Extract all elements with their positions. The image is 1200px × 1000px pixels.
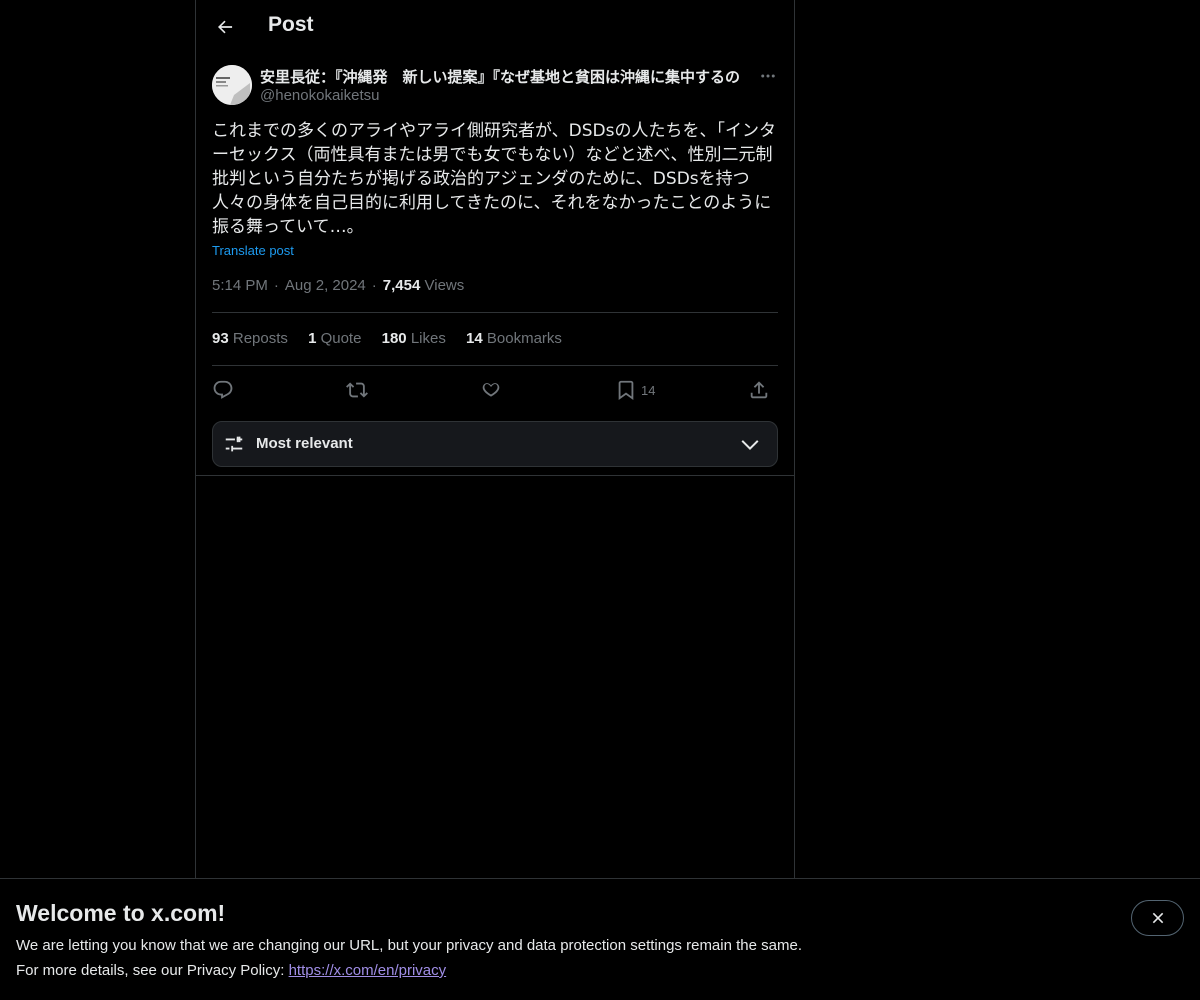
repost-button[interactable] <box>346 376 368 404</box>
close-icon <box>1152 912 1163 924</box>
reply-button[interactable] <box>212 376 234 404</box>
like-button[interactable] <box>480 376 502 404</box>
action-bar: 14 <box>212 376 780 404</box>
reply-sort-dropdown[interactable]: Most relevant <box>212 421 778 467</box>
share-icon <box>750 381 768 399</box>
views-count: 7,454 <box>382 277 421 294</box>
heart-icon <box>482 383 500 397</box>
url-change-banner: Welcome to x.com! We are letting you kno… <box>0 878 1200 1000</box>
divider <box>212 365 778 366</box>
post-text: これまでの多くのアライやアライ側研究者が、DSDsの人たちを、「インターセックス… <box>212 121 776 237</box>
banner-message: We are letting you know that we are chan… <box>16 937 802 954</box>
more-dots-icon <box>761 74 775 78</box>
likes-stat[interactable]: 180 Likes <box>382 330 446 347</box>
author-handle[interactable]: @henokokaiketsu <box>260 87 379 104</box>
bookmark-icon <box>618 380 634 401</box>
views-label: Views <box>424 277 465 294</box>
more-options-button[interactable] <box>756 64 780 88</box>
repost-icon <box>346 382 368 398</box>
avatar[interactable] <box>212 65 252 105</box>
banner-title: Welcome to x.com! <box>16 900 226 926</box>
author-display-name[interactable]: 安里長従：『沖縄発 新しい提案』『なぜ基地と貧困は沖縄に集中するの <box>260 66 754 87</box>
sort-label: Most relevant <box>256 435 353 452</box>
quotes-stat[interactable]: 1 Quote <box>308 330 361 347</box>
banner-privacy-line: For more details, see our Privacy Policy… <box>16 962 447 979</box>
engagement-stats: 93 Reposts 1 Quote 180 Likes 14 Bookmark… <box>212 330 578 347</box>
post-author: 安里長従：『沖縄発 新しい提案』『なぜ基地と貧困は沖縄に集中するの @henok… <box>212 64 780 108</box>
page-header: Post <box>196 0 794 53</box>
bookmarks-stat[interactable]: 14 Bookmarks <box>466 330 562 347</box>
reply-icon <box>213 380 233 399</box>
share-button[interactable] <box>748 376 770 404</box>
translate-post-link[interactable]: Translate post <box>212 243 294 258</box>
divider <box>196 475 794 476</box>
close-banner-button[interactable] <box>1131 900 1184 936</box>
back-button[interactable] <box>208 10 242 44</box>
page-title: Post <box>268 13 314 36</box>
arrow-left-icon <box>218 20 233 34</box>
divider <box>212 312 778 313</box>
bookmark-count: 14 <box>641 382 656 398</box>
chevron-down-icon <box>741 440 759 451</box>
bookmark-button[interactable]: 14 <box>615 376 655 404</box>
privacy-policy-link[interactable]: https://x.com/en/privacy <box>289 962 447 979</box>
post-time[interactable]: 5:14 PM <box>212 277 268 294</box>
main-column: Post 安里長従：『沖縄発 新しい提案』『なぜ基地と貧困は沖縄に集中するの @… <box>195 0 795 878</box>
post-meta: 5:14 PM · Aug 2, 2024 · 7,454 Views <box>212 277 465 294</box>
sliders-icon <box>225 436 243 452</box>
reposts-stat[interactable]: 93 Reposts <box>212 330 288 347</box>
post-date[interactable]: Aug 2, 2024 <box>285 277 366 294</box>
